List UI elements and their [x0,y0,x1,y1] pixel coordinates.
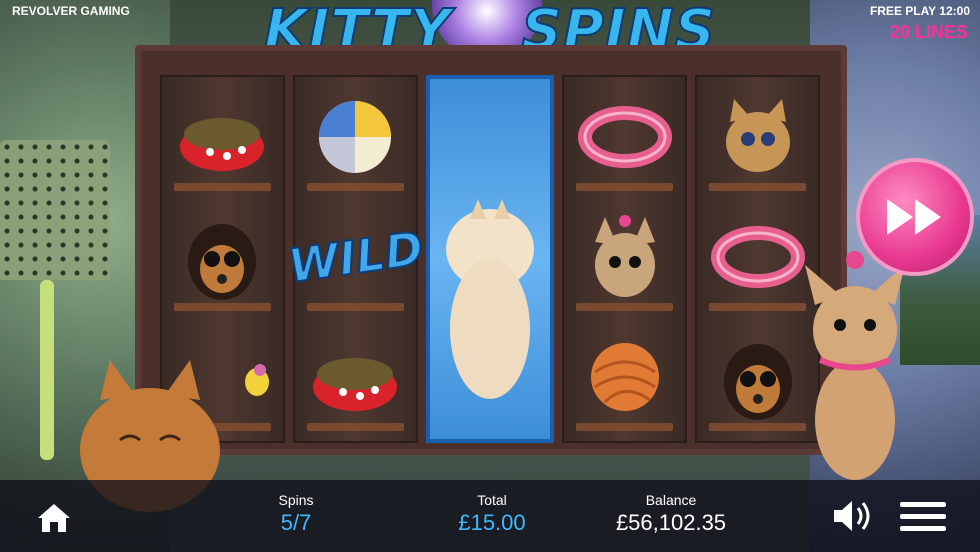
chihuahua-puppy-symbol [564,197,685,317]
fast-forward-icon [887,199,941,235]
shelf [576,183,674,191]
brand-label: REVOLVER GAMING [12,4,130,18]
fast-forward-button[interactable] [856,158,974,276]
total-value: £15.00 [458,510,526,535]
shelf [306,183,404,191]
menu-icon [900,502,946,531]
home-button[interactable] [36,502,72,539]
reel-grid: WILD [160,75,820,443]
chihuahua-character [805,251,905,480]
shelf [306,303,404,311]
total-display: Total £15.00 [432,492,552,536]
home-icon [38,504,70,532]
spins-label: Spins [278,492,314,508]
lines-count: 20 LINES [889,22,968,42]
menu-button[interactable] [900,500,946,537]
shelf [306,423,404,431]
kitten-tabby-symbol [697,77,818,197]
sound-button[interactable] [832,498,876,539]
pink-collar-symbol [564,77,685,197]
wild-kitten-symbol [430,189,551,409]
wild-symbol: WILD [283,197,427,317]
reel-2: WILD [283,75,427,443]
beach-ball-symbol [295,77,416,197]
yarn-ball-symbol [564,317,685,437]
reel-3-expanded-wild [425,75,555,443]
shelf [174,303,271,311]
balance-display: Balance £56,102.35 [596,492,746,536]
shelf [709,183,806,191]
bottom-bar: Spins 5/7 Total £15.00 Balance £56,102.3… [0,480,980,552]
spins-display: Spins 5/7 [246,492,346,536]
lamp-stand [40,280,54,460]
shelf [576,303,674,311]
spins-value: 5/7 [280,510,312,535]
puppy-beagle-symbol [162,197,283,317]
lamp-shade [0,140,110,280]
balance-value: £56,102.35 [615,510,727,535]
wild-label: WILD [283,220,427,294]
speaker-icon [834,501,870,531]
mode-time-label: FREE PLAY 12:00 [869,4,970,18]
cat-food-bowl-symbol [162,77,283,197]
balance-label: Balance [645,492,697,508]
cat-food-bowl-symbol [295,317,416,437]
shelf [174,183,271,191]
reel-4 [562,75,688,443]
shelf [576,423,674,431]
total-label: Total [477,492,507,508]
